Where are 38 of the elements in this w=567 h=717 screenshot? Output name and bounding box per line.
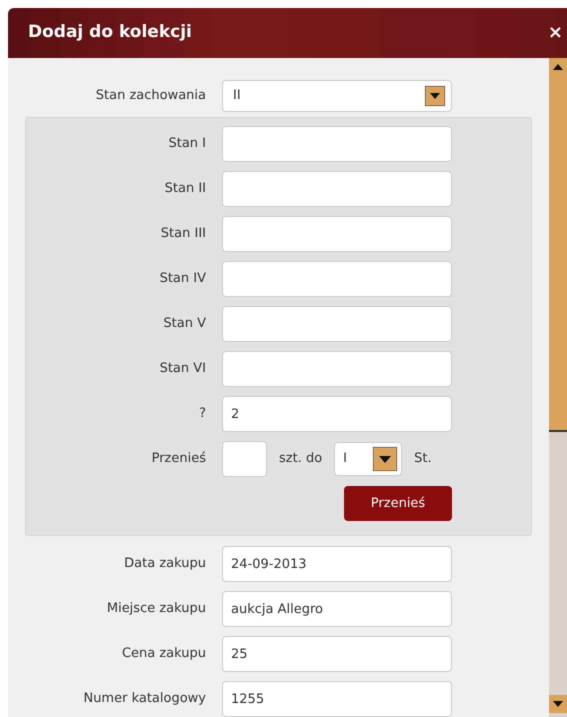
- field-label: Miejsce zakupu: [106, 600, 207, 618]
- field-label: Stan I: [167, 135, 207, 154]
- close-button[interactable]: ×: [548, 24, 563, 42]
- condition-dropdown[interactable]: II: [222, 80, 452, 112]
- text-input[interactable]: [222, 126, 452, 162]
- text-input[interactable]: 1255: [222, 681, 452, 717]
- text-input[interactable]: aukcja Allegro: [222, 591, 452, 627]
- field-label: Stan II: [164, 180, 207, 198]
- field-label: Stan VI: [158, 360, 207, 378]
- dropdown-arrow-icon: [425, 86, 445, 106]
- text-input[interactable]: 24-09-2013: [222, 546, 452, 582]
- text-input[interactable]: [222, 261, 452, 297]
- scroll-up-icon[interactable]: [549, 58, 567, 76]
- field-label: ?: [198, 405, 207, 424]
- scrollbar-thumb[interactable]: [549, 76, 567, 432]
- field-label: Cena zakupu: [120, 645, 207, 664]
- transfer-button[interactable]: Przenieś: [344, 486, 452, 521]
- text-input[interactable]: [222, 171, 452, 207]
- field-label: Numer katalogowy: [82, 690, 207, 708]
- quantity-input[interactable]: [222, 441, 267, 477]
- target-dropdown[interactable]: I: [334, 442, 402, 476]
- field-label: Stan zachowania: [94, 86, 207, 105]
- text-input[interactable]: 25: [222, 636, 452, 672]
- text-input[interactable]: 2: [222, 396, 452, 432]
- field-label: Stan V: [162, 315, 207, 334]
- field-label: Stan IV: [158, 270, 207, 288]
- field-label: Stan III: [160, 225, 207, 244]
- text-input[interactable]: [222, 351, 452, 387]
- dropdown-arrow-icon: [373, 447, 398, 471]
- field-label: St.: [413, 450, 432, 468]
- text-input[interactable]: [222, 306, 452, 342]
- field-label: Przenieś: [150, 450, 207, 468]
- dialog-title: Dodaj do kolekcji: [28, 21, 192, 44]
- field-label: szt. do: [278, 450, 324, 468]
- scroll-down-icon[interactable]: [549, 695, 567, 713]
- text-input[interactable]: [222, 216, 452, 252]
- scrollbar[interactable]: [549, 58, 567, 717]
- field-label: Data zakupu: [123, 555, 207, 574]
